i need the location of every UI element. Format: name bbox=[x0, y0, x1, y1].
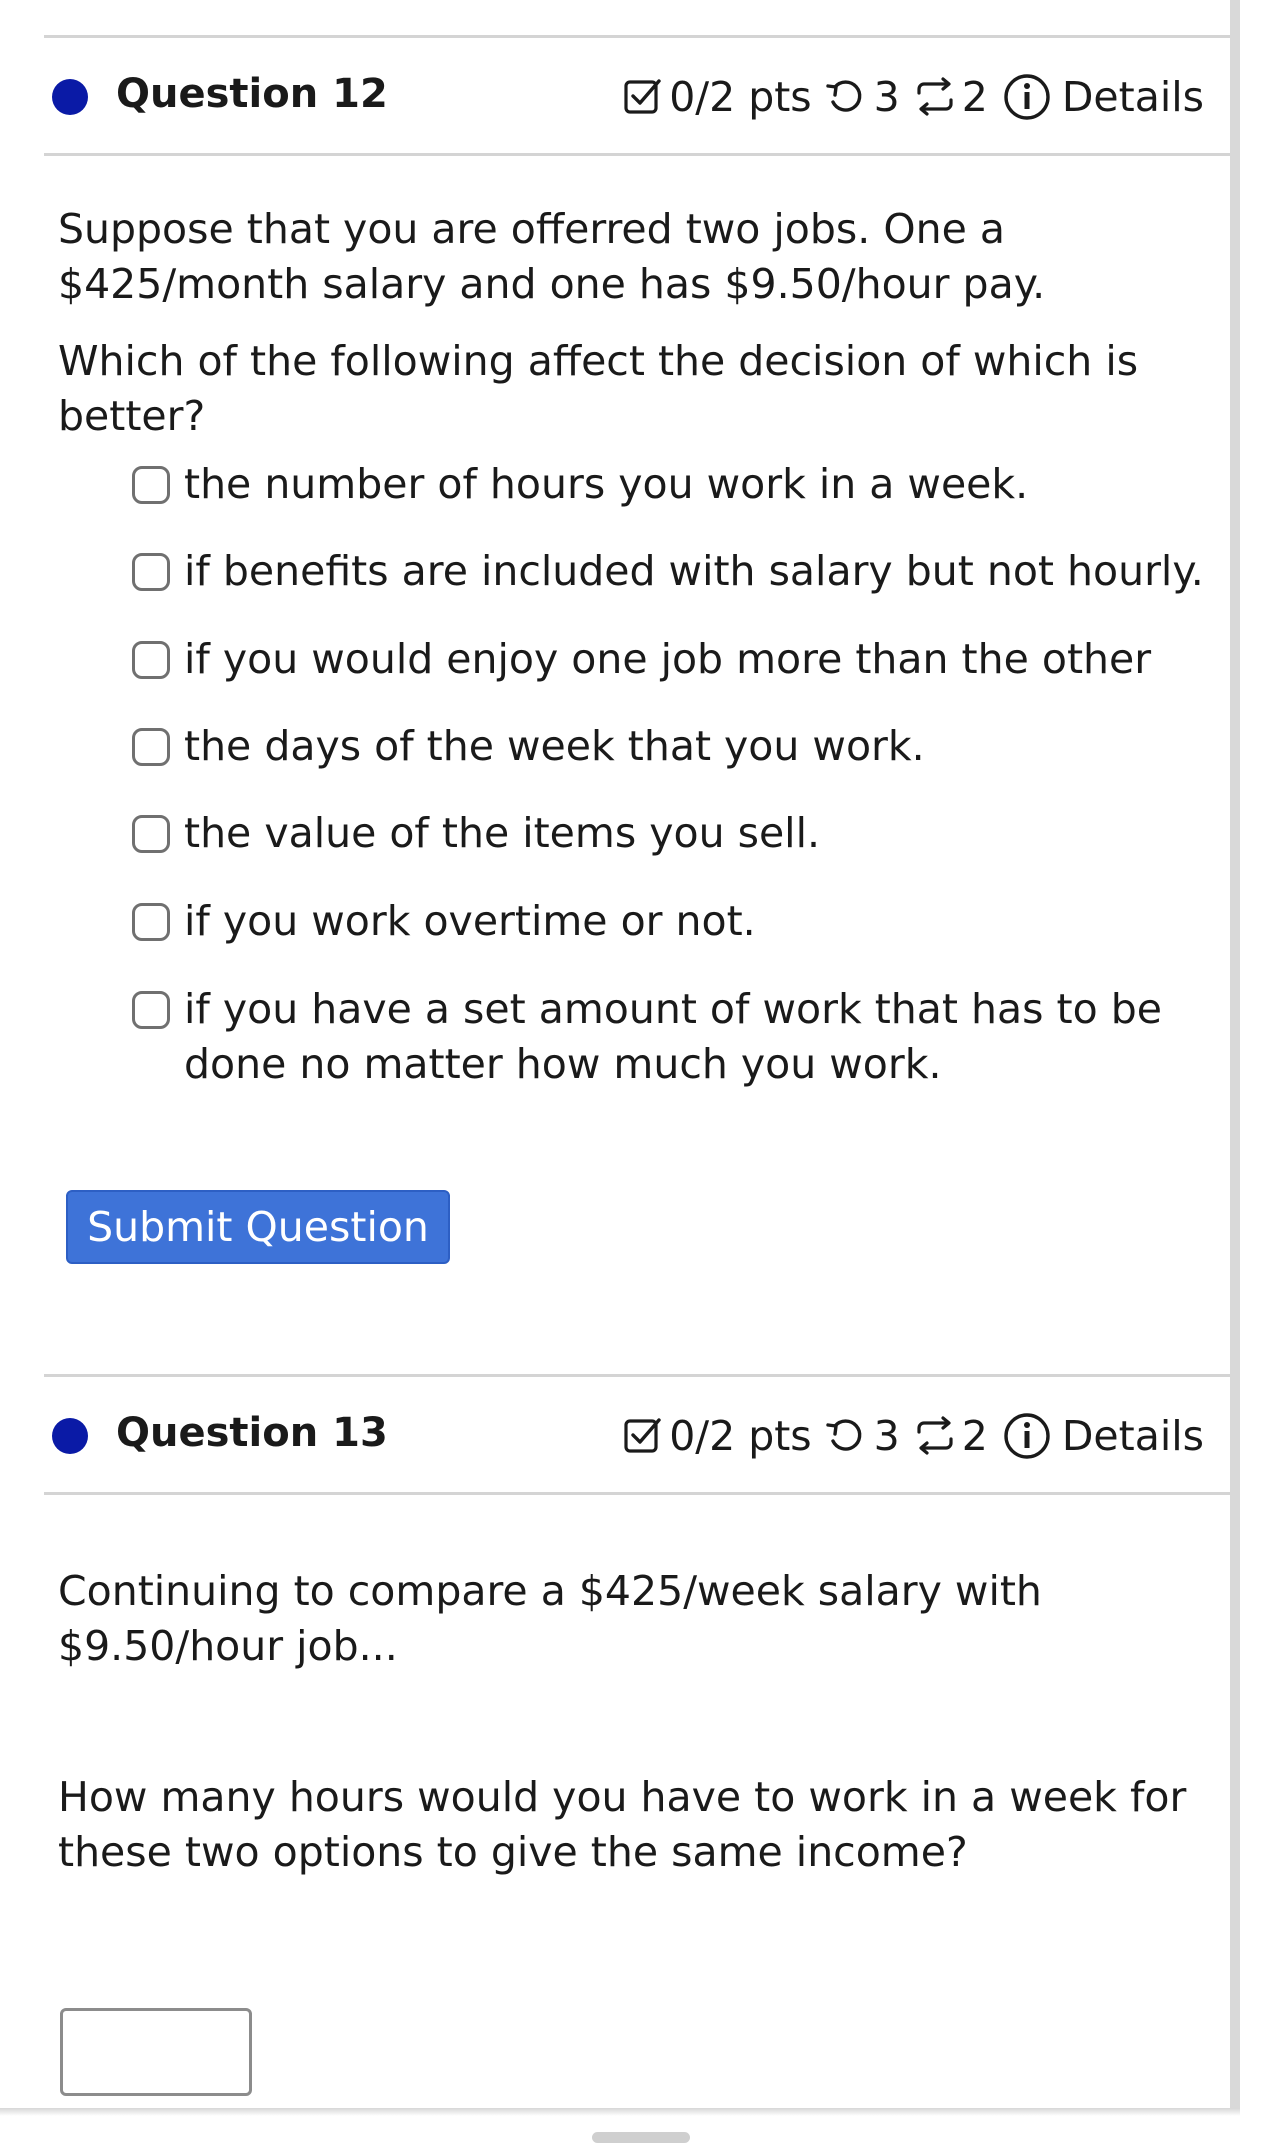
divider bbox=[44, 153, 1230, 156]
option-label: if you would enjoy one job more than the… bbox=[184, 635, 1152, 683]
option-label: the days of the week that you work. bbox=[184, 722, 925, 770]
checkbox-check-icon bbox=[623, 77, 663, 117]
option-3[interactable]: if you would enjoy one job more than the… bbox=[132, 632, 1151, 687]
option-7[interactable]: if you have a set amount of work that ha… bbox=[132, 982, 1222, 1092]
checkbox-check-icon bbox=[623, 1416, 663, 1456]
retry-icon[interactable] bbox=[825, 1416, 866, 1456]
option-1[interactable]: the number of hours you work in a week. bbox=[132, 457, 1028, 512]
option-checkbox[interactable] bbox=[132, 815, 170, 853]
option-checkbox[interactable] bbox=[132, 903, 170, 941]
divider bbox=[44, 1492, 1230, 1495]
option-label: the number of hours you work in a week. bbox=[184, 460, 1029, 508]
question-text: Continuing to compare a $425/week salary… bbox=[58, 1567, 1042, 1670]
option-label: if you work overtime or not. bbox=[184, 897, 756, 945]
versions-icon[interactable] bbox=[914, 77, 956, 117]
option-label: if you have a set amount of work that ha… bbox=[184, 985, 1162, 1088]
question-prompt: Which of the following affect the decisi… bbox=[58, 337, 1139, 440]
option-2[interactable]: if benefits are included with salary but… bbox=[132, 544, 1204, 599]
question-status-dot bbox=[52, 1418, 88, 1454]
versions-count: 2 bbox=[961, 1412, 988, 1460]
question-meta: 0/2 pts 3 2 Details bbox=[623, 67, 1204, 127]
question-status-dot bbox=[52, 79, 88, 115]
versions-icon[interactable] bbox=[914, 1416, 956, 1456]
submit-question-button[interactable]: Submit Question bbox=[66, 1190, 450, 1264]
retries-count: 3 bbox=[873, 1412, 900, 1460]
scrollbar[interactable] bbox=[1230, 0, 1240, 2108]
question-prompt: How many hours would you have to work in… bbox=[58, 1773, 1187, 1876]
points-label: 0/2 pts bbox=[669, 73, 812, 121]
points-label: 0/2 pts bbox=[669, 1412, 812, 1460]
option-5[interactable]: the value of the items you sell. bbox=[132, 806, 820, 861]
answer-input[interactable] bbox=[60, 2008, 252, 2096]
bottom-edge bbox=[0, 2108, 1240, 2116]
info-icon[interactable] bbox=[1002, 72, 1052, 122]
question-text: Suppose that you are offerred two jobs. … bbox=[58, 205, 1046, 308]
question-title: Question 13 bbox=[116, 1410, 388, 1456]
option-checkbox[interactable] bbox=[132, 991, 170, 1029]
option-checkbox[interactable] bbox=[132, 553, 170, 591]
question-13-header: Question 13 0/2 pts 3 2 Details bbox=[44, 1376, 1230, 1492]
option-label: if benefits are included with salary but… bbox=[184, 547, 1204, 595]
retries-count: 3 bbox=[873, 73, 900, 121]
option-checkbox[interactable] bbox=[132, 641, 170, 679]
question-meta: 0/2 pts 3 2 Details bbox=[623, 1406, 1204, 1466]
home-indicator[interactable] bbox=[592, 2132, 690, 2143]
question-title: Question 12 bbox=[116, 71, 388, 117]
details-link[interactable]: Details bbox=[1062, 1412, 1204, 1460]
retry-icon[interactable] bbox=[825, 77, 866, 117]
option-checkbox[interactable] bbox=[132, 728, 170, 766]
option-checkbox[interactable] bbox=[132, 466, 170, 504]
versions-count: 2 bbox=[961, 73, 988, 121]
question-12-header: Question 12 0/2 pts 3 2 Details bbox=[44, 37, 1230, 153]
option-label: the value of the items you sell. bbox=[184, 809, 821, 857]
option-6[interactable]: if you work overtime or not. bbox=[132, 894, 756, 949]
info-icon[interactable] bbox=[1002, 1411, 1052, 1461]
details-link[interactable]: Details bbox=[1062, 73, 1204, 121]
option-4[interactable]: the days of the week that you work. bbox=[132, 719, 925, 774]
